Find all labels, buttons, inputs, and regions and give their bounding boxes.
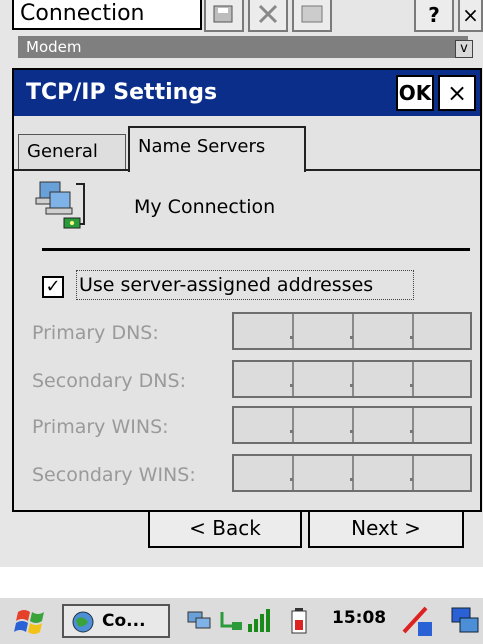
toolbar-icon-1[interactable] — [204, 0, 244, 32]
use-server-assigned-label[interactable]: Use server-assigned addresses — [76, 270, 414, 300]
use-server-assigned-checkbox[interactable]: ✓ — [42, 276, 64, 298]
primary-dns-label: Primary DNS: — [32, 322, 159, 344]
start-windows-flag-icon[interactable] — [14, 606, 50, 638]
chevron-down-icon: v — [455, 40, 473, 58]
dialog-title: TCP/IP Settings — [26, 80, 218, 105]
properties-icon — [301, 5, 323, 23]
globe-icon — [72, 611, 94, 633]
primary-dns-input[interactable] — [232, 312, 472, 350]
close-icon: × — [462, 3, 479, 27]
switch-windows-icon[interactable] — [448, 604, 482, 638]
secondary-dns-input[interactable] — [232, 360, 472, 398]
tcpip-settings-dialog: TCP/IP Settings OK × General Name Server… — [12, 68, 482, 512]
background-window-title: Connection — [12, 0, 202, 30]
tab-general[interactable]: General — [18, 134, 126, 170]
close-dialog-button[interactable]: × — [438, 75, 476, 111]
background-window-subtitle: Modem — [18, 36, 468, 58]
delete-icon — [258, 4, 278, 24]
separator — [42, 248, 470, 251]
secondary-dns-label: Secondary DNS: — [32, 370, 186, 392]
secondary-wins-label: Secondary WINS: — [32, 464, 196, 486]
ok-button[interactable]: OK — [396, 75, 434, 111]
usb-connection-icon[interactable] — [216, 608, 244, 634]
network-connection-icon — [35, 181, 85, 229]
network-status-icon[interactable] — [186, 608, 214, 634]
next-button[interactable]: Next > — [308, 512, 464, 548]
back-button[interactable]: < Back — [148, 512, 302, 548]
clock[interactable]: 15:08 — [332, 608, 386, 628]
help-icon: ? — [428, 3, 440, 27]
help-button[interactable]: ? — [414, 0, 454, 32]
taskbar-connection-button[interactable]: Co... — [62, 604, 170, 638]
secondary-wins-input[interactable] — [232, 454, 472, 492]
checkmark-icon: ✓ — [45, 276, 61, 297]
delete-toolbar-button[interactable] — [248, 0, 288, 32]
signal-strength-icon[interactable] — [246, 606, 274, 634]
connection-name: My Connection — [134, 196, 276, 218]
taskbar-task-label: Co... — [102, 611, 146, 631]
tab-name-servers[interactable]: Name Servers — [128, 126, 306, 172]
primary-wins-input[interactable] — [232, 406, 472, 444]
disk-icon — [213, 5, 233, 23]
background-close-button[interactable]: × — [458, 0, 483, 32]
input-panel-icon[interactable] — [400, 604, 434, 638]
properties-toolbar-button[interactable] — [292, 0, 332, 32]
dialog-title-bar: TCP/IP Settings OK × — [14, 70, 480, 116]
primary-wins-label: Primary WINS: — [32, 416, 169, 438]
battery-icon[interactable] — [290, 606, 312, 636]
taskbar: Co... 15:08 — [0, 596, 483, 644]
